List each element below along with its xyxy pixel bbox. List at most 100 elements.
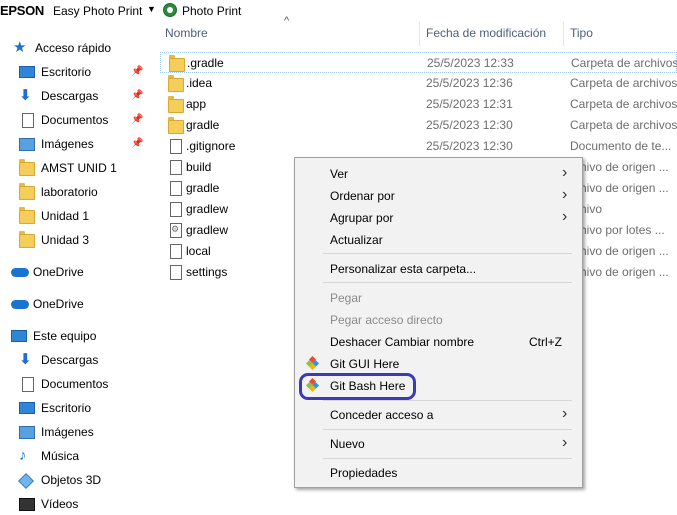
- folder-icon: [19, 231, 35, 248]
- sidebar-item-label: laboratorio: [41, 185, 98, 199]
- pin-icon[interactable]: 📌: [131, 90, 143, 101]
- sidebar-item-label: OneDrive: [33, 265, 84, 279]
- column-divider[interactable]: [563, 22, 564, 46]
- easy-photo-print-button[interactable]: Easy Photo Print: [53, 4, 142, 18]
- sidebar-item-escritorio[interactable]: Escritorio: [19, 61, 91, 83]
- video-icon: [19, 498, 35, 511]
- sidebar-item-label: Música: [41, 449, 80, 463]
- menu-item-label: Conceder acceso a: [330, 408, 434, 422]
- sidebar-item-unidad-1[interactable]: Unidad 1: [19, 205, 89, 227]
- file-row[interactable]: .gitignore 25/5/2023 12:30 Documento de …: [160, 136, 677, 157]
- menu-item-personalizar[interactable]: Personalizar esta carpeta...: [295, 258, 582, 280]
- menu-item-label: Ordenar por: [330, 189, 395, 203]
- file-icon: [170, 181, 182, 196]
- photo-print-button[interactable]: Photo Print: [182, 4, 241, 18]
- menu-item-ver[interactable]: Ver ›: [295, 163, 582, 185]
- sidebar-item-label: Unidad 3: [41, 233, 90, 247]
- chevron-right-icon: ›: [562, 186, 568, 203]
- sidebar-item-descargas[interactable]: ⬇ Descargas: [19, 85, 98, 107]
- sidebar-item-documentos-pc[interactable]: Documentos: [19, 373, 108, 395]
- sidebar-item-amst-unid-1[interactable]: AMST UNID 1: [19, 157, 117, 179]
- pictures-icon: [19, 426, 35, 439]
- menu-item-actualizar[interactable]: Actualizar: [295, 229, 582, 251]
- git-icon: [305, 355, 320, 371]
- sidebar-item-label: Descargas: [41, 89, 99, 103]
- file-type: Documento de te...: [570, 139, 672, 153]
- menu-item-label: Git GUI Here: [330, 357, 400, 371]
- menu-separator: [323, 400, 572, 401]
- sidebar-item-descargas-pc[interactable]: ⬇ Descargas: [19, 349, 98, 371]
- download-icon: ⬇: [19, 87, 32, 104]
- column-header-type[interactable]: Tipo: [570, 26, 593, 40]
- document-icon: [22, 377, 34, 392]
- menu-item-nuevo[interactable]: Nuevo ›: [295, 433, 582, 455]
- download-icon: ⬇: [19, 351, 32, 368]
- file-name: build: [186, 160, 212, 174]
- epson-logo: EPSON: [0, 3, 45, 18]
- file-icon: [170, 265, 182, 280]
- menu-separator: [323, 458, 572, 459]
- menu-item-label: Actualizar: [330, 233, 383, 247]
- sidebar-item-label: Escritorio: [41, 65, 92, 79]
- sidebar-item-imagenes[interactable]: Imágenes: [19, 133, 94, 155]
- file-date: 25/5/2023 12:31: [426, 97, 513, 111]
- file-row[interactable]: gradle 25/5/2023 12:30 Carpeta de archiv…: [160, 115, 677, 136]
- sidebar-item-laboratorio[interactable]: laboratorio: [19, 181, 98, 203]
- file-icon: [170, 139, 182, 154]
- sidebar-item-documentos[interactable]: Documentos: [19, 109, 108, 131]
- file-type: Carpeta de archivos: [570, 118, 677, 132]
- menu-item-label: Pegar: [330, 291, 363, 305]
- toolbar: EPSON Easy Photo Print ▼ Photo Print: [0, 0, 677, 22]
- file-date: 25/5/2023 12:36: [426, 76, 513, 90]
- menu-separator: [323, 253, 572, 254]
- file-row[interactable]: .gradle 25/5/2023 12:33 Carpeta de archi…: [160, 52, 677, 73]
- sidebar-item-label: Documentos: [41, 113, 109, 127]
- sidebar-item-musica[interactable]: ♪ Música: [19, 445, 79, 467]
- star-icon: ★: [13, 39, 27, 56]
- sidebar-item-label: OneDrive: [33, 297, 84, 311]
- pin-icon[interactable]: 📌: [131, 114, 143, 125]
- sidebar-item-escritorio-pc[interactable]: Escritorio: [19, 397, 91, 419]
- file-date: 25/5/2023 12:33: [427, 56, 514, 70]
- sidebar-item-acceso-rapido[interactable]: ★ Acceso rápido: [13, 37, 111, 59]
- menu-item-deshacer[interactable]: Deshacer Cambiar nombre Ctrl+Z: [295, 331, 582, 353]
- sidebar-item-imagenes-pc[interactable]: Imágenes: [19, 421, 94, 443]
- document-icon: [22, 113, 34, 128]
- sidebar-item-onedrive[interactable]: OneDrive: [11, 261, 84, 283]
- menu-item-git-gui-here[interactable]: Git GUI Here: [295, 353, 582, 375]
- file-row[interactable]: .idea 25/5/2023 12:36 Carpeta de archivo…: [160, 73, 677, 94]
- sidebar-item-este-equipo[interactable]: Este equipo: [11, 325, 96, 347]
- menu-item-ordenar-por[interactable]: Ordenar por ›: [295, 185, 582, 207]
- pin-icon[interactable]: 📌: [131, 138, 143, 149]
- menu-item-pegar: Pegar: [295, 287, 582, 309]
- sort-up-icon: ^: [284, 15, 290, 27]
- file-name: gradle: [186, 181, 220, 195]
- column-header-date[interactable]: Fecha de modificación: [426, 26, 546, 40]
- sidebar-item-onedrive[interactable]: OneDrive: [11, 293, 84, 315]
- file-type: rchivo de origen ...: [570, 160, 669, 174]
- sidebar-item-objetos-3d[interactable]: Objetos 3D: [18, 469, 102, 491]
- menu-item-conceder-acceso[interactable]: Conceder acceso a ›: [295, 404, 582, 426]
- sidebar-item-label: Este equipo: [33, 329, 97, 343]
- sidebar-item-label: Objetos 3D: [41, 473, 102, 487]
- menu-item-propiedades[interactable]: Propiedades: [295, 462, 582, 484]
- chevron-right-icon: ›: [562, 405, 568, 422]
- sidebar-item-label: Acceso rápido: [35, 41, 112, 55]
- pin-icon[interactable]: 📌: [131, 66, 143, 77]
- menu-item-label: Propiedades: [330, 466, 398, 480]
- menu-separator: [323, 429, 572, 430]
- settings-file-icon: [170, 223, 182, 238]
- file-row[interactable]: app 25/5/2023 12:31 Carpeta de archivos: [160, 94, 677, 115]
- sidebar-item-unidad-3[interactable]: Unidad 3: [19, 229, 89, 251]
- sidebar-item-label: Imágenes: [41, 137, 94, 151]
- sidebar-item-videos[interactable]: Vídeos: [19, 493, 78, 515]
- column-divider[interactable]: [419, 22, 420, 46]
- monitor-icon: [11, 330, 27, 342]
- file-icon: [170, 202, 182, 217]
- column-header-name[interactable]: Nombre: [165, 26, 208, 40]
- menu-item-label: Ver: [330, 167, 349, 181]
- chevron-down-icon[interactable]: ▼: [147, 4, 156, 14]
- menu-item-agrupar-por[interactable]: Agrupar por ›: [295, 207, 582, 229]
- pictures-icon: [19, 138, 35, 151]
- file-name: gradle: [186, 118, 220, 132]
